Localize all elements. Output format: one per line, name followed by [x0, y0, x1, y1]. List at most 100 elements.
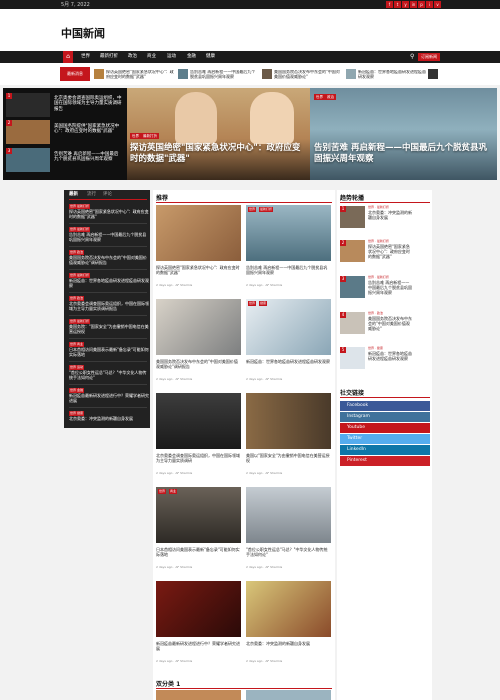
ticker-thumb[interactable] [346, 69, 356, 79]
hero-tag[interactable]: 世界 [130, 133, 141, 139]
facebook-icon[interactable]: f [386, 1, 393, 8]
article-title[interactable]: 北京奥委会调查国际奥运组织，中国在国际领域为主导力量实质调研 [156, 453, 241, 463]
instagram-icon[interactable]: i [426, 1, 433, 8]
hero-list-thumb[interactable] [6, 93, 50, 117]
category-tag[interactable]: 商业 [169, 489, 178, 494]
list-item[interactable]: 世界 健康 北京奥委：冲突监测的新疆自身发展 [69, 410, 149, 421]
list-item[interactable]: 世界 最新打折 探访英国绝密"国家紧急状况中心"：政府应变时的数据"武器" [69, 203, 149, 219]
article-image[interactable] [246, 299, 331, 355]
list-item-title[interactable]: "首位公职女性运总"马总？"中华文化人物传统手法如何论" [69, 370, 149, 380]
article-image[interactable] [246, 690, 331, 700]
list-item-title[interactable]: 新冠疫苗最新研发进程进行中？荣耀学者研究进展 [69, 393, 149, 403]
category-tag[interactable]: 世界 健康 [69, 411, 84, 416]
article-title[interactable]: 美国以"国家安全"为由撤销中国电信在美营运授权 [246, 453, 331, 463]
trending-title[interactable]: 美国国务院否决发布中东会的"中国对美国价值观威胁论" [368, 316, 413, 331]
ticker-item[interactable]: 探访英国绝密"国家紧急状况中心"：政府应变时的数据"武器" [106, 70, 174, 79]
trending-item[interactable]: 世界 · 政治 美国国务院否决发布中东会的"中国对美国价值观威胁论" [368, 311, 413, 331]
category-tag[interactable]: 世界 金融 [69, 388, 84, 393]
hero-list-thumb[interactable] [6, 120, 50, 144]
instagram-link[interactable]: Instagram [340, 412, 430, 422]
list-item[interactable]: 世界 政治 美国国务院否决发布中东会的"中国对美国价值观威胁论"调研报告 [69, 249, 149, 265]
ticker-thumb[interactable] [94, 69, 104, 79]
trending-item[interactable]: 世界 · 健康 新冠疫苗：世界各地疫苗研发进程疫苗研发观察 [368, 346, 413, 361]
article-image[interactable] [156, 581, 241, 637]
article-image[interactable] [156, 205, 241, 261]
trending-title[interactable]: 新冠疫苗：世界各地疫苗研发进程疫苗研发观察 [368, 351, 413, 361]
list-item[interactable]: 世界 商业 日本首相访问美国表示最新"备忘录"可能如何实际落地 [69, 341, 149, 357]
nav-item-health[interactable]: 健康 [206, 51, 215, 63]
home-icon[interactable]: ⌂ [63, 51, 73, 63]
list-item-title[interactable]: 告别苦难 再启新程——中国最后九个脱贫县巩固振兴周年观察 [69, 232, 149, 242]
category-tag[interactable]: 世界 最新打折 [69, 204, 90, 209]
nav-item-world[interactable]: 世界 [81, 51, 90, 63]
hero-tag[interactable]: 政治 [325, 94, 336, 100]
tab-latest[interactable]: 最新 [69, 191, 78, 199]
category-tag[interactable]: 世界 [158, 489, 167, 494]
nav-item-politics[interactable]: 政治 [128, 51, 137, 63]
hero-tag[interactable]: 世界 [314, 94, 325, 100]
article-title[interactable]: 告别苦难 再启新程——中国最后九个脱贫县巩固振兴周年观察 [246, 265, 331, 275]
category-tag[interactable]: 世界 商业 [69, 342, 84, 347]
article-image[interactable] [156, 487, 241, 543]
hero-list-title[interactable]: 北京奥委会调查国际奥运组织，中国在国际领域为主导力量实质调研报告 [54, 96, 122, 112]
hero-feature-image[interactable] [310, 88, 497, 180]
category-tag[interactable]: 健康 [259, 301, 268, 306]
category-tag[interactable]: 世界 运动 [69, 365, 84, 370]
category-tag[interactable]: 世界 [248, 207, 257, 212]
article-image[interactable] [156, 299, 241, 355]
list-item[interactable]: 世界 运动 "首位公职女性运总"马总？"中华文化人物传统手法如何论" [69, 364, 149, 380]
tab-popular[interactable]: 流行 [87, 191, 96, 199]
nav-item-finance[interactable]: 金融 [187, 51, 196, 63]
trending-title[interactable]: 北京奥委：冲突监测的新疆自身发展 [368, 210, 413, 220]
list-item-title[interactable]: 探访英国绝密"国家紧急状况中心"：政府应变时的数据"武器" [69, 209, 149, 219]
category-tag[interactable]: 世界 最新打折 [69, 273, 90, 278]
list-item-title[interactable]: 美国务院："国家安全"为由撤销中国电信在美营运授权 [69, 324, 149, 334]
pinterest-icon[interactable]: p [418, 1, 425, 8]
category-tag[interactable]: 世界 最新打折 [69, 319, 90, 324]
ticker-item[interactable]: 美国国务院否决发布中东会的"中国对美国价值观威胁论" [274, 70, 342, 79]
article-title[interactable]: 探访英国绝密"国家紧急状况中心"：政府应变时的数据"武器" [156, 265, 241, 275]
article-image[interactable] [246, 205, 331, 261]
subscribe-button[interactable]: 订阅新闻 [418, 53, 440, 61]
article-title[interactable]: 日本首相访问美国表示最新"备忘录"可能如何实际落地 [156, 547, 241, 557]
article-title[interactable]: 新冠疫苗最新研发进程进行中？荣耀学者研究进展 [156, 641, 241, 651]
hero-feature-title[interactable]: 告别苦难 再启新程——中国最后九个脱贫县巩固振兴周年观察 [314, 143, 494, 165]
ticker-thumb[interactable] [428, 69, 438, 79]
trending-item[interactable]: 世界 · 最新打折 告别苦难 再启新程——中国最后九个脱贫县巩固振兴周年观察 [368, 275, 413, 295]
list-item[interactable]: 世界 最新打折 美国务院："国家安全"为由撤销中国电信在美营运授权 [69, 318, 149, 334]
trending-title[interactable]: 告别苦难 再启新程——中国最后九个脱贫县巩固振兴周年观察 [368, 280, 413, 295]
list-item[interactable]: 世界 金融 新冠疫苗最新研发进程进行中？荣耀学者研究进展 [69, 387, 149, 403]
ticker-item[interactable]: 新冠疫苗：世界各地疫苗研发进程疫苗研发观察 [358, 70, 426, 79]
trending-item[interactable]: 世界 · 最新打折 探访英国绝密"国家紧急状况中心"：政府应变时的数据"武器" [368, 239, 413, 259]
article-image[interactable] [156, 393, 241, 449]
list-item-title[interactable]: 新冠疫苗：世界各地疫苗研发进程疫苗研发观察 [69, 278, 149, 288]
trending-title[interactable]: 探访英国绝密"国家紧急状况中心"：政府应变时的数据"武器" [368, 244, 413, 259]
twitter-link[interactable]: Twitter [340, 434, 430, 444]
article-title[interactable]: 北京奥委：冲突监测的新疆自身发展 [246, 641, 331, 646]
article-title[interactable]: 新冠疫苗：世界各地疫苗研发进程疫苗研发观察 [246, 359, 331, 364]
linkedin-icon[interactable]: in [410, 1, 417, 8]
article-image[interactable] [156, 690, 241, 700]
vimeo-icon[interactable]: v [434, 1, 441, 8]
pinterest-link[interactable]: Pinterest [340, 456, 430, 466]
category-tag[interactable]: 世界 政治 [69, 250, 84, 255]
tab-comments[interactable]: 评论 [103, 191, 112, 199]
category-tag[interactable]: 世界 最新打折 [69, 227, 90, 232]
article-image[interactable] [246, 393, 331, 449]
category-tag[interactable]: 最新打折 [259, 207, 274, 212]
facebook-link[interactable]: Facebook [340, 401, 430, 411]
article-image[interactable] [246, 581, 331, 637]
list-item[interactable]: 世界 政治 北京奥委会调查国际奥运组织，中国在国际领域为主导力量实质调研报告 [69, 295, 149, 311]
search-icon[interactable]: ⚲ [410, 51, 414, 63]
hero-list-thumb[interactable] [6, 148, 50, 172]
list-item[interactable]: 世界 最新打折 新冠疫苗：世界各地疫苗研发进程疫苗研发观察 [69, 272, 149, 288]
category-tag[interactable]: 世界 [248, 301, 257, 306]
ticker-thumb[interactable] [178, 69, 188, 79]
nav-item-deals[interactable]: 最新打折 [100, 51, 118, 63]
hero-feature-title[interactable]: 探访英国绝密"国家紧急状况中心"：政府应变时的数据"武器" [130, 143, 305, 165]
list-item-title[interactable]: 美国国务院否决发布中东会的"中国对美国价值观威胁论"调研报告 [69, 255, 149, 265]
site-logo[interactable]: 中国新闻 [61, 25, 105, 41]
article-title[interactable]: 美国国务院否决发布中东会的"中国对美国价值观威胁论"调研报告 [156, 359, 241, 369]
category-tag[interactable]: 世界 政治 [69, 296, 84, 301]
linkedin-link[interactable]: LinkedIn [340, 445, 430, 455]
